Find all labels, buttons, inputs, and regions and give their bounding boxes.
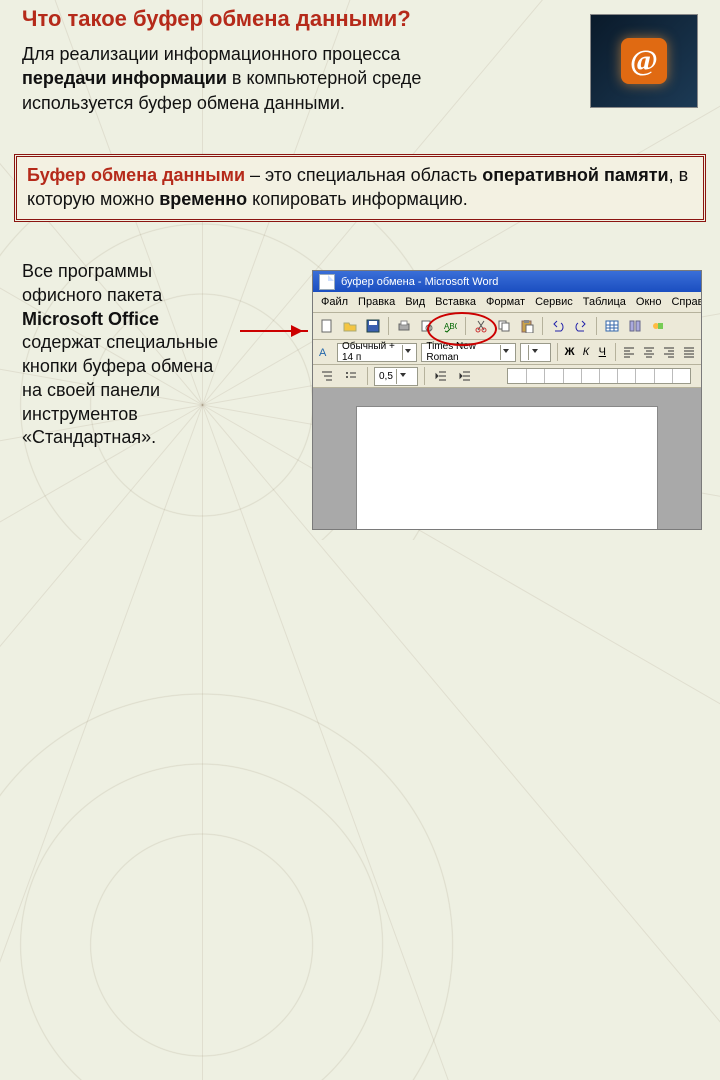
spell-icon[interactable]: ABC bbox=[440, 316, 460, 336]
paragraph-2: Все программы офисного пакета Microsoft … bbox=[22, 260, 224, 450]
style-combo[interactable]: Обычный + 14 п bbox=[337, 343, 417, 362]
preview-icon[interactable] bbox=[417, 316, 437, 336]
menu-table[interactable]: Таблица bbox=[583, 296, 626, 308]
chevron-down-icon[interactable] bbox=[402, 345, 412, 360]
open-icon[interactable] bbox=[340, 316, 360, 336]
redo-icon[interactable] bbox=[571, 316, 591, 336]
definition-box: Буфер обмена данными – это специальная о… bbox=[14, 154, 706, 222]
slide-title: Что такое буфер обмена данными? bbox=[22, 6, 411, 32]
columns-icon[interactable] bbox=[625, 316, 645, 336]
paragraph-1: Для реализации информационного процесса … bbox=[22, 42, 462, 115]
print-icon[interactable] bbox=[394, 316, 414, 336]
indent-dec-icon[interactable] bbox=[431, 366, 451, 386]
italic-button[interactable]: К bbox=[580, 346, 592, 358]
document-page[interactable] bbox=[356, 406, 658, 530]
menu-view[interactable]: Вид bbox=[405, 296, 425, 308]
at-sign-icon: @ bbox=[621, 38, 667, 84]
word-page-area bbox=[313, 388, 701, 530]
document-icon bbox=[319, 274, 335, 290]
text: содержат специальные кнопки буфера обмен… bbox=[22, 332, 218, 447]
text: Для реализации информационного процесса bbox=[22, 44, 400, 64]
menu-insert[interactable]: Вставка bbox=[435, 296, 476, 308]
drawing-icon[interactable] bbox=[648, 316, 668, 336]
word-toolbar-standard: ABC bbox=[313, 313, 701, 340]
spacing-combo[interactable]: 0,5 bbox=[374, 367, 418, 386]
outline-icon[interactable] bbox=[317, 366, 337, 386]
align-right-icon[interactable] bbox=[661, 342, 677, 362]
bold-button[interactable]: Ж bbox=[563, 346, 575, 358]
menu-help[interactable]: Справка bbox=[671, 296, 702, 308]
menu-format[interactable]: Формат bbox=[486, 296, 525, 308]
word-titlebar: буфер обмена - Microsoft Word bbox=[313, 271, 701, 292]
menu-window[interactable]: Окно bbox=[636, 296, 662, 308]
style-value: Обычный + 14 п bbox=[342, 341, 399, 363]
chevron-down-icon[interactable] bbox=[500, 345, 511, 360]
text-bold: оперативной памяти bbox=[482, 165, 668, 185]
align-center-icon[interactable] bbox=[641, 342, 657, 362]
table-icon[interactable] bbox=[602, 316, 622, 336]
menu-edit[interactable]: Правка bbox=[358, 296, 395, 308]
copy-icon[interactable] bbox=[494, 316, 514, 336]
align-justify-icon[interactable] bbox=[681, 342, 697, 362]
word-window: буфер обмена - Microsoft Word Файл Правк… bbox=[312, 270, 702, 530]
cut-icon[interactable] bbox=[471, 316, 491, 336]
text: копировать информацию. bbox=[247, 189, 468, 209]
align-left-icon[interactable] bbox=[621, 342, 637, 362]
spacing-value: 0,5 bbox=[379, 371, 393, 382]
text-bold: временно bbox=[159, 189, 247, 209]
chevron-down-icon[interactable] bbox=[528, 345, 541, 360]
arrow-annotation bbox=[240, 330, 308, 332]
styles-icon[interactable]: A bbox=[317, 342, 333, 362]
word-toolbar-formatting: A Обычный + 14 п Times New Roman Ж К Ч bbox=[313, 340, 701, 365]
chevron-down-icon[interactable] bbox=[396, 369, 409, 384]
save-icon[interactable] bbox=[363, 316, 383, 336]
underline-button[interactable]: Ч bbox=[596, 346, 608, 358]
text-bold: Microsoft Office bbox=[22, 309, 159, 329]
text: Все программы офисного пакета bbox=[22, 261, 162, 305]
font-value: Times New Roman bbox=[426, 341, 497, 363]
menu-tools[interactable]: Сервис bbox=[535, 296, 573, 308]
svg-text:ABC: ABC bbox=[444, 322, 457, 331]
text: – это специальная область bbox=[245, 165, 482, 185]
word-ruler-row: 0,5 bbox=[313, 365, 701, 388]
decorative-image: @ bbox=[590, 14, 698, 108]
undo-icon[interactable] bbox=[548, 316, 568, 336]
indent-inc-icon[interactable] bbox=[455, 366, 475, 386]
size-combo[interactable] bbox=[520, 343, 550, 362]
svg-text:A: A bbox=[319, 347, 327, 359]
new-icon[interactable] bbox=[317, 316, 337, 336]
word-title: буфер обмена - Microsoft Word bbox=[341, 276, 498, 288]
horizontal-ruler[interactable] bbox=[507, 368, 691, 384]
bullets-icon[interactable] bbox=[341, 366, 361, 386]
text-bold: передачи информации bbox=[22, 68, 227, 88]
paste-icon[interactable] bbox=[517, 316, 537, 336]
menu-file[interactable]: Файл bbox=[321, 296, 348, 308]
term: Буфер обмена данными bbox=[27, 165, 245, 185]
font-combo[interactable]: Times New Roman bbox=[421, 343, 516, 362]
word-menubar: Файл Правка Вид Вставка Формат Сервис Та… bbox=[313, 292, 701, 313]
